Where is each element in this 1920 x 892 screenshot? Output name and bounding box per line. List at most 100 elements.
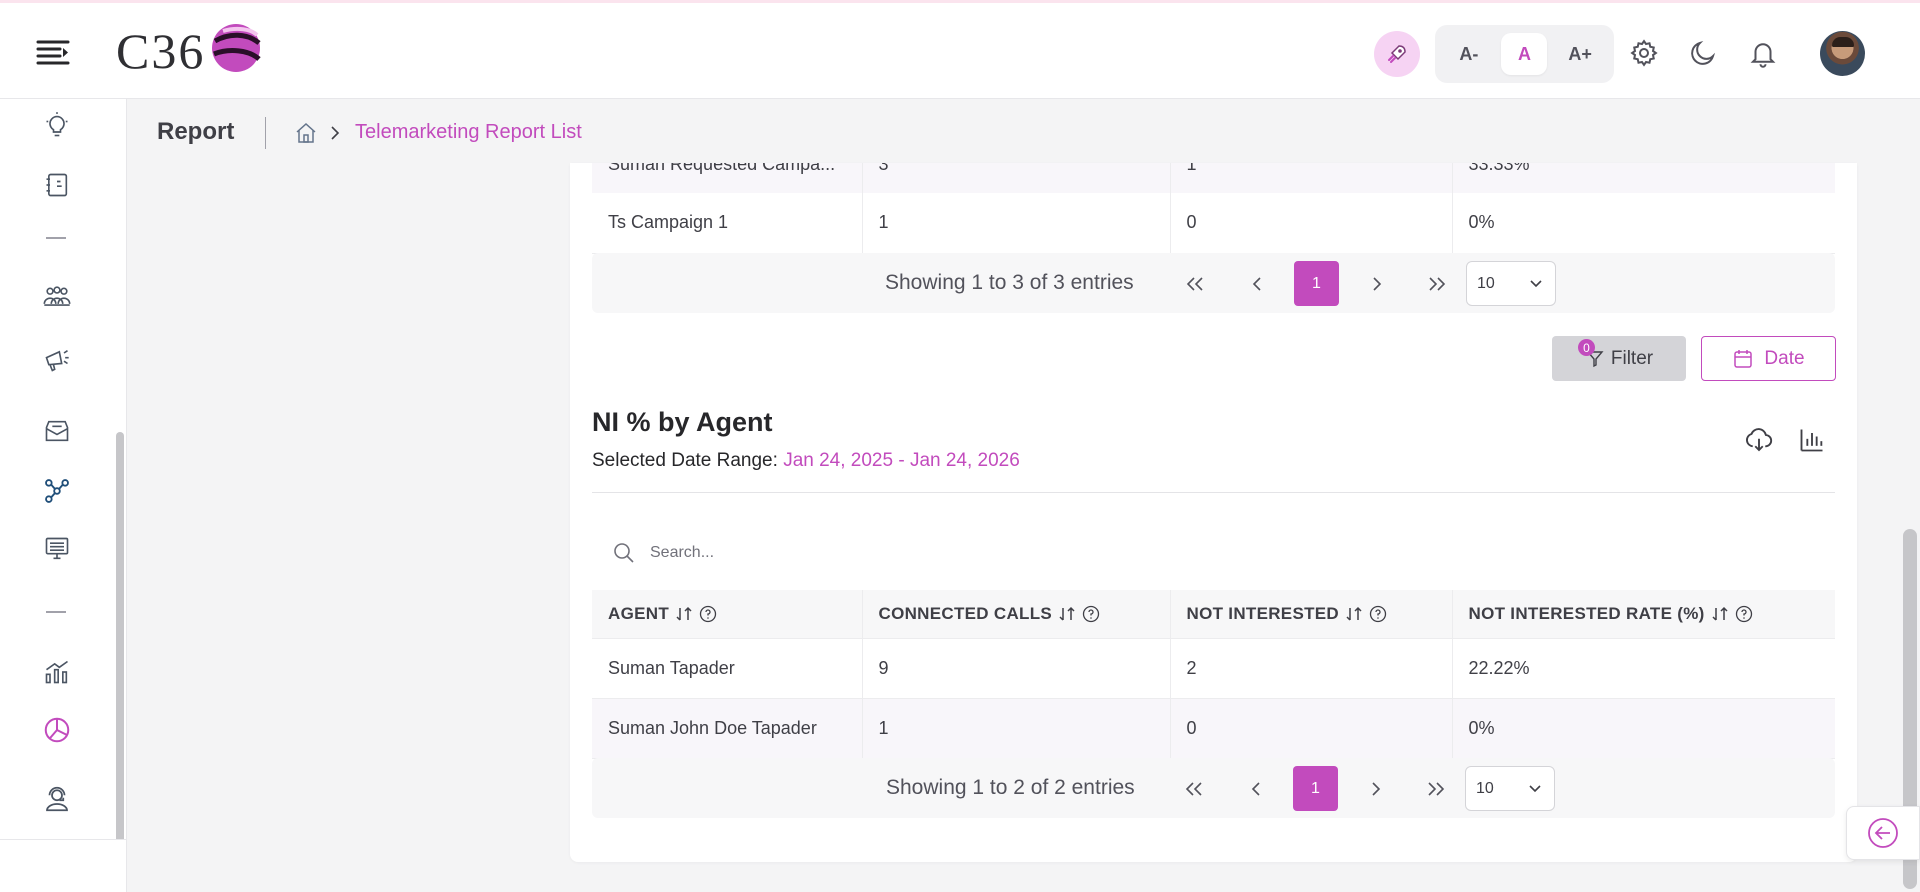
pagination-summary: Showing 1 to 3 of 3 entries <box>885 271 1134 294</box>
megaphone-icon[interactable] <box>40 343 74 377</box>
menu-toggle-icon[interactable] <box>36 37 70 69</box>
first-page-icon[interactable] <box>1180 774 1210 804</box>
table-cell: 3 <box>861 163 1170 193</box>
help-circle-icon <box>1082 605 1100 622</box>
table-cell: 1 <box>1169 163 1452 193</box>
filter-button[interactable]: 0 Filter <box>1552 336 1686 381</box>
pagination-bar: Showing 1 to 2 of 2 entries 1 10 <box>592 758 1835 818</box>
table-cell: Suman Requested Campa... <box>592 163 862 193</box>
font-size-switcher: A- A A+ <box>1435 25 1614 83</box>
workflow-icon[interactable] <box>40 474 74 508</box>
sidebar-divider <box>46 611 66 613</box>
page-size-value: 10 <box>1477 274 1495 292</box>
filter-count-badge: 0 <box>1578 339 1595 356</box>
sidebar-footer <box>0 839 127 892</box>
logo-text: C36 <box>116 22 206 79</box>
support-agent-icon[interactable] <box>40 782 74 816</box>
pagination-bar: Showing 1 to 3 of 3 entries 1 10 <box>592 253 1835 313</box>
table-cell: 0% <box>1451 193 1835 254</box>
top-table-clip: Suman Requested Campa... 3 1 33.33% <box>592 163 1835 193</box>
back-arrow-button[interactable] <box>1846 806 1920 860</box>
page-size-select[interactable]: 10 <box>1465 766 1555 811</box>
calendar-icon <box>1734 349 1753 368</box>
logo-globe-icon <box>209 21 263 80</box>
date-range-text: Selected Date Range: Jan 24, 2025 - Jan … <box>592 450 1020 472</box>
page-number-button[interactable]: 1 <box>1293 766 1338 811</box>
last-page-icon[interactable] <box>1421 269 1451 299</box>
header-divider <box>265 117 266 149</box>
prev-page-icon[interactable] <box>1242 269 1272 299</box>
table-row[interactable]: Suman Requested Campa... 3 1 33.33% <box>592 163 1835 193</box>
next-page-icon[interactable] <box>1361 774 1391 804</box>
sidebar <box>0 99 127 848</box>
section-title: NI % by Agent <box>592 407 773 437</box>
page-title: Report <box>157 118 235 145</box>
last-page-icon[interactable] <box>1420 774 1450 804</box>
first-page-icon[interactable] <box>1181 269 1211 299</box>
sort-icon <box>676 606 692 621</box>
dark-mode-moon-icon[interactable] <box>1687 37 1719 69</box>
monitor-icon[interactable] <box>40 532 74 566</box>
sort-icon <box>1059 606 1075 621</box>
sidebar-scrollbar[interactable] <box>116 432 124 848</box>
table-cell: 9 <box>861 638 1170 699</box>
table-row[interactable]: Ts Campaign 1 1 0 0% <box>592 193 1835 254</box>
help-circle-icon <box>1369 605 1387 622</box>
download-cloud-icon[interactable] <box>1743 424 1775 456</box>
table-cell: 0% <box>1451 698 1835 759</box>
sidebar-divider <box>46 237 66 239</box>
table-cell: 0 <box>1169 698 1452 759</box>
table-row[interactable]: Suman John Doe Tapader 1 0 0% <box>592 698 1835 759</box>
bar-chart-icon[interactable] <box>1796 424 1828 456</box>
page-size-value: 10 <box>1476 779 1494 797</box>
font-decrease-button[interactable]: A- <box>1446 33 1492 75</box>
column-header-connected-calls[interactable]: CONNECTED CALLS <box>861 590 1170 639</box>
sort-icon <box>1712 606 1728 621</box>
analytics-icon[interactable] <box>40 655 74 689</box>
column-header-not-interested[interactable]: NOT INTERESTED <box>1169 590 1452 639</box>
date-range-label: Selected Date Range: <box>592 450 778 471</box>
team-icon[interactable] <box>40 280 74 314</box>
column-header-agent[interactable]: AGENT <box>592 590 862 639</box>
rocket-button[interactable] <box>1374 31 1420 77</box>
table-cell: 22.22% <box>1451 638 1835 699</box>
section-divider <box>592 492 1835 493</box>
campaign-table-visible: Ts Campaign 1 1 0 0% <box>592 193 1835 254</box>
sort-icon <box>1346 606 1362 621</box>
search-box <box>612 532 1012 574</box>
user-avatar[interactable] <box>1820 31 1865 76</box>
pagination-summary: Showing 1 to 2 of 2 entries <box>886 776 1135 799</box>
arrow-left-circle-icon <box>1868 818 1898 848</box>
lightbulb-icon[interactable] <box>40 108 74 142</box>
search-icon <box>614 543 634 563</box>
next-page-icon[interactable] <box>1362 269 1392 299</box>
table-cell: Suman Tapader <box>592 638 862 699</box>
table-cell: Suman John Doe Tapader <box>592 698 862 759</box>
contacts-book-icon[interactable] <box>40 168 74 202</box>
home-icon[interactable] <box>294 121 318 150</box>
table-cell: 2 <box>1169 638 1452 699</box>
table-row[interactable]: Suman Tapader 9 2 22.22% <box>592 638 1835 699</box>
column-header-not-interested-rate[interactable]: NOT INTERESTED RATE (%) <box>1451 590 1835 639</box>
filter-label: Filter <box>1610 347 1654 369</box>
prev-page-icon[interactable] <box>1241 774 1271 804</box>
chevron-down-icon <box>1529 784 1541 792</box>
page-size-select[interactable]: 10 <box>1466 261 1556 306</box>
page-number-button[interactable]: 1 <box>1294 261 1339 306</box>
notification-bell-icon[interactable] <box>1747 37 1779 69</box>
date-button[interactable]: Date <box>1701 336 1836 381</box>
table-cell: 1 <box>861 193 1170 254</box>
font-increase-button[interactable]: A+ <box>1557 33 1603 75</box>
top-header: C36 A- A A+ <box>0 0 1920 99</box>
font-default-button[interactable]: A <box>1501 33 1548 75</box>
help-circle-icon <box>1735 605 1752 622</box>
mail-icon[interactable] <box>40 414 74 448</box>
pie-chart-icon[interactable] <box>40 713 74 747</box>
breadcrumb-current[interactable]: Telemarketing Report List <box>355 121 582 144</box>
table-header-row: AGENT CONNECTED CALLS NOT INTERESTED NOT… <box>592 590 1835 639</box>
table-cell: 0 <box>1169 193 1452 254</box>
search-input[interactable] <box>650 544 950 562</box>
brand-logo[interactable]: C36 <box>116 21 263 80</box>
table-cell: Ts Campaign 1 <box>592 193 862 254</box>
settings-gear-icon[interactable] <box>1628 37 1660 69</box>
